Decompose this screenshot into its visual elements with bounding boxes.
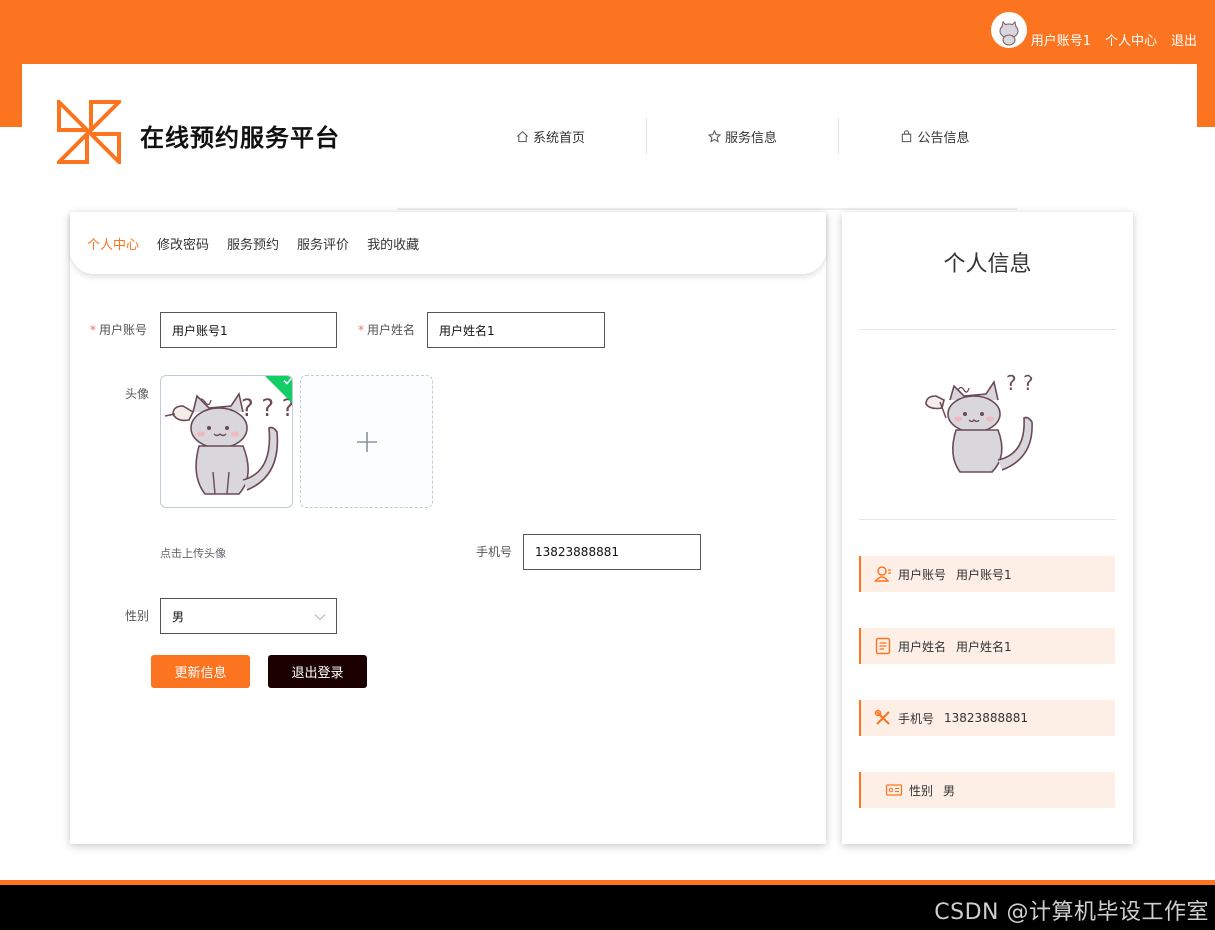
cat-avatar-image-icon: ? ? <box>925 371 1034 473</box>
nav-item-services[interactable]: 服务信息 <box>647 118 839 154</box>
nav-item-home[interactable]: 系统首页 <box>455 118 647 154</box>
personal-info-card: 个人信息 ? ? 用户账号 用户账号1 用户姓名 用户姓名1 手机号 13823… <box>842 212 1133 844</box>
info-row-account: 用户账号 用户账号1 <box>859 556 1115 592</box>
nav-divider <box>397 208 1017 210</box>
document-icon <box>875 637 891 655</box>
tab-my-favorites[interactable]: 我的收藏 <box>367 234 419 253</box>
side-divider-top <box>859 329 1116 330</box>
plus-icon <box>356 431 377 452</box>
side-title: 个人信息 <box>943 252 1032 277</box>
main-nav: 系统首页 服务信息 公告信息 <box>455 118 1031 154</box>
name-input[interactable]: 用户姓名1 <box>427 312 605 348</box>
star-icon <box>707 129 721 143</box>
info-label-phone: 手机号 <box>898 711 935 726</box>
info-label-gender: 性别 <box>909 783 934 798</box>
logout-button[interactable]: 退出登录 <box>268 655 367 688</box>
profile-form-card: 个人中心 修改密码 服务预约 服务评价 我的收藏 * 用户账号 用户账号1 * 用户… <box>70 212 826 844</box>
uploaded-avatar[interactable]: ? ? ? <box>160 375 293 508</box>
pinwheel-logo-icon[interactable] <box>57 100 121 164</box>
home-icon <box>517 130 528 142</box>
upload-tip: 点击上传头像 <box>160 547 226 560</box>
info-row-phone: 手机号 13823888881 <box>859 700 1115 736</box>
account-label: * 用户账号 <box>90 323 148 337</box>
info-label-name: 用户姓名 <box>898 639 947 654</box>
info-row-name: 用户姓名 用户姓名1 <box>859 628 1115 664</box>
gender-select[interactable]: 男 <box>160 598 337 634</box>
info-value-gender: 男 <box>943 783 956 798</box>
info-label-account: 用户账号 <box>898 567 947 582</box>
tab-service-review[interactable]: 服务评价 <box>297 234 349 253</box>
avatar-label: 头像 <box>125 387 150 401</box>
phone-input[interactable]: 13823888881 <box>523 534 701 570</box>
watermark-text: CSDN @计算机毕设工作室 <box>934 900 1209 925</box>
avatar-upload-button[interactable] <box>300 375 433 508</box>
gender-select-value: 男 <box>172 609 185 624</box>
cat-avatar-icon <box>999 20 1019 45</box>
side-divider-bottom <box>859 519 1116 520</box>
info-value-account: 用户账号1 <box>956 567 1012 582</box>
name-label: * 用户姓名 <box>358 323 416 337</box>
cat-avatar-image-icon: ? ? ? <box>164 391 293 495</box>
nav-label-notices: 公告信息 <box>917 130 970 146</box>
tab-change-password[interactable]: 修改密码 <box>157 234 209 253</box>
svg-text:? ?: ? ? <box>1006 371 1034 395</box>
info-value-name: 用户姓名1 <box>956 639 1012 654</box>
top-user-area: 用户账号1 个人中心 退出 <box>990 10 1197 49</box>
top-logout-link[interactable]: 退出 <box>1171 30 1197 49</box>
side-avatar: ? ? <box>920 360 1054 494</box>
account-input[interactable]: 用户账号1 <box>160 312 337 348</box>
svg-text:? ? ?: ? ? ? <box>241 394 293 422</box>
id-card-icon <box>885 784 903 796</box>
top-center-link[interactable]: 个人中心 <box>1105 30 1157 49</box>
tab-personal-center[interactable]: 个人中心 <box>87 234 139 253</box>
nav-label-services: 服务信息 <box>724 130 777 146</box>
user-icon <box>874 566 891 582</box>
tab-service-booking[interactable]: 服务预约 <box>227 234 279 253</box>
chevron-down-icon <box>314 614 326 621</box>
phone-label: 手机号 <box>476 545 513 559</box>
update-info-button[interactable]: 更新信息 <box>151 655 250 688</box>
gender-label: 性别 <box>125 609 150 623</box>
check-icon <box>283 377 292 385</box>
tools-icon <box>874 709 890 725</box>
nav-item-notices[interactable]: 公告信息 <box>839 118 1031 154</box>
top-bar: 用户账号1 个人中心 退出 <box>0 0 1215 64</box>
nav-label-home: 系统首页 <box>532 130 585 146</box>
bag-icon <box>902 129 912 142</box>
site-title[interactable]: 在线预约服务平台 <box>140 118 340 153</box>
info-row-gender: 性别 男 <box>859 772 1115 808</box>
info-value-phone: 13823888881 <box>944 711 1028 725</box>
tab-bar: 个人中心 修改密码 服务预约 服务评价 我的收藏 <box>70 212 826 274</box>
top-username[interactable]: 用户账号1 <box>1031 30 1091 49</box>
user-avatar[interactable] <box>990 11 1027 48</box>
